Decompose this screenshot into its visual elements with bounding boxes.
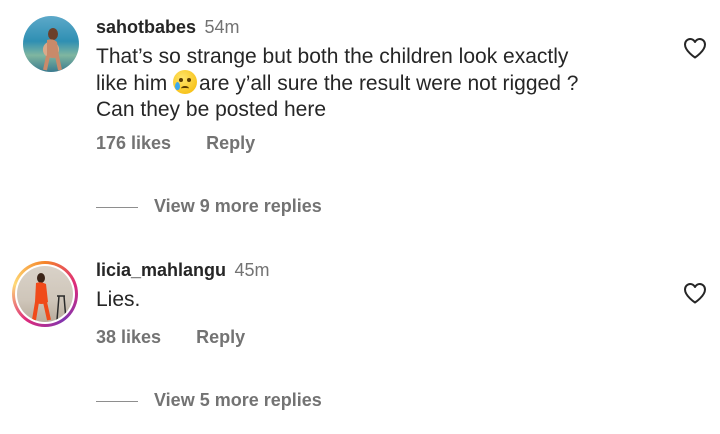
heart-outline-icon[interactable] xyxy=(683,37,707,59)
username[interactable]: licia_mahlangu xyxy=(96,260,226,280)
comment-text-segment: like him xyxy=(96,72,174,95)
comment-text: That’s so strange but both the children … xyxy=(96,44,656,123)
avatar[interactable] xyxy=(23,16,79,72)
avatar-photo xyxy=(43,28,62,71)
comment-meta: 176 likes Reply xyxy=(96,133,255,154)
comment-text-segment: are y’all sure the result were not rigge… xyxy=(199,72,579,95)
timestamp: 54m xyxy=(204,17,240,37)
likes-count[interactable]: 38 likes xyxy=(96,327,161,348)
comment-text: Lies. xyxy=(96,288,141,311)
view-replies-button[interactable]: View 5 more replies xyxy=(96,390,322,411)
comment-text-line: That’s so strange but both the children … xyxy=(96,45,569,68)
avatar-photo xyxy=(32,273,67,321)
replies-divider xyxy=(96,400,138,402)
comment-text-line: Can they be posted here xyxy=(96,98,326,121)
view-replies-button[interactable]: View 9 more replies xyxy=(96,196,322,217)
comment-text-line: like him are y’all sure the result were … xyxy=(96,70,656,97)
username[interactable]: sahotbabes xyxy=(96,17,196,37)
comment-header: licia_mahlangu 45m xyxy=(96,260,270,281)
reply-button[interactable]: Reply xyxy=(206,133,255,154)
comment-header: sahotbabes 54m xyxy=(96,17,240,38)
timestamp: 45m xyxy=(234,260,270,280)
view-replies-label: View 5 more replies xyxy=(154,390,322,410)
likes-count[interactable]: 176 likes xyxy=(96,133,171,154)
crying-face-emoji-icon xyxy=(173,70,198,94)
view-replies-label: View 9 more replies xyxy=(154,196,322,216)
heart-outline-icon[interactable] xyxy=(683,282,707,304)
comment-meta: 38 likes Reply xyxy=(96,327,245,348)
avatar[interactable] xyxy=(17,266,73,322)
reply-button[interactable]: Reply xyxy=(196,327,245,348)
replies-divider xyxy=(96,206,138,208)
